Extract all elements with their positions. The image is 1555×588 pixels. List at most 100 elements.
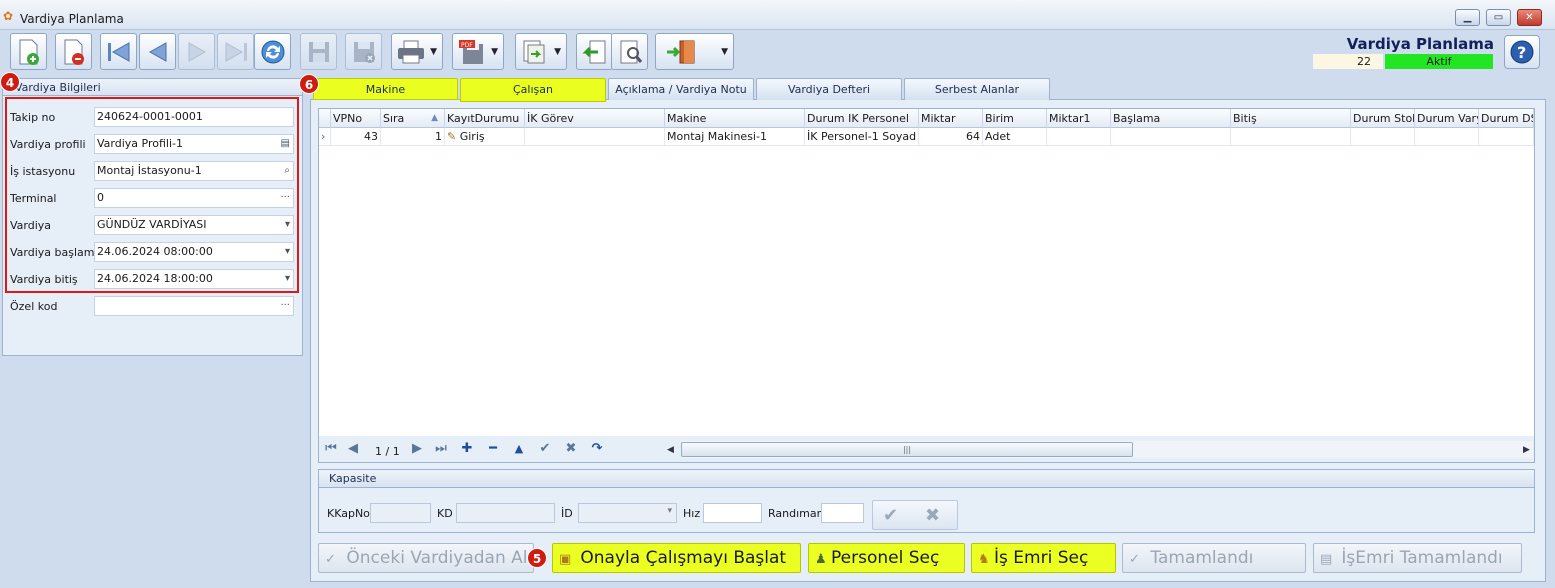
kd-field[interactable]: [456, 503, 555, 523]
confirm-check-icon[interactable]: ✔: [883, 505, 898, 526]
cell-bitis[interactable]: [1231, 128, 1351, 146]
hiz-field[interactable]: [703, 503, 762, 523]
first-page-icon[interactable]: ⏮: [321, 440, 341, 458]
is-istasyonu-field[interactable]: Montaj İstasyonu-1 ⌕: [94, 161, 294, 181]
column-header[interactable]: Birim: [983, 109, 1047, 128]
column-header[interactable]: Başlama: [1111, 109, 1231, 128]
new-record-button[interactable]: [10, 33, 47, 70]
cancel-x-icon[interactable]: ✖: [925, 505, 940, 526]
print-button[interactable]: ▼: [391, 33, 443, 70]
dropdown-arrow-icon[interactable]: ▾: [285, 216, 290, 234]
status-badge: Aktif: [1385, 54, 1493, 69]
vardiya-bitis-field[interactable]: 24.06.2024 18:00:00 ▾: [94, 269, 294, 289]
column-header[interactable]: Durum DST: [1479, 109, 1534, 128]
tab-calisan[interactable]: Çalışan: [460, 78, 606, 102]
column-header[interactable]: İK Görev: [525, 109, 665, 128]
ellipsis-icon[interactable]: ···: [280, 189, 290, 207]
randiman-field[interactable]: [821, 503, 864, 523]
column-header[interactable]: Bitiş: [1231, 109, 1351, 128]
cell-miktar1[interactable]: [1047, 128, 1111, 146]
confirm-edit-icon[interactable]: ✔: [535, 440, 555, 458]
column-header[interactable]: Sıra ▲: [381, 109, 445, 128]
terminal-field[interactable]: 0 ···: [94, 188, 294, 208]
vardiya-select[interactable]: GÜNDÜZ VARDİYASI ▾: [94, 215, 294, 235]
dropdown-arrow-icon[interactable]: ▾: [285, 243, 290, 261]
dropdown-arrow-icon[interactable]: ▾: [285, 270, 290, 288]
onceki-vardiyadan-al-button[interactable]: ✓ Önceki Vardiyadan Al: [318, 543, 534, 573]
tab-aciklama[interactable]: Açıklama / Vardiya Notu: [608, 78, 754, 100]
cell-durum-stok[interactable]: [1351, 128, 1415, 146]
column-header[interactable]: Makine: [665, 109, 805, 128]
previous-page-icon[interactable]: ◀: [343, 440, 363, 458]
back-button[interactable]: [576, 33, 613, 70]
cell-durum-dst[interactable]: [1479, 128, 1534, 146]
next-page-icon[interactable]: ▶: [407, 440, 427, 458]
last-page-icon[interactable]: ⏭: [431, 440, 451, 458]
pdf-dropdown-icon[interactable]: ▼: [491, 47, 498, 57]
cell-makine[interactable]: Montaj Makinesi-1: [665, 128, 805, 146]
column-header[interactable]: Miktar1: [1047, 109, 1111, 128]
move-up-icon[interactable]: ▲: [509, 440, 529, 458]
cell-durum-varya[interactable]: [1415, 128, 1479, 146]
column-header[interactable]: VPNo: [331, 109, 381, 128]
table-row[interactable]: › 43 1 ✎ Giriş Montaj Makinesi-1 İK Pers…: [319, 128, 1534, 146]
tab-makine[interactable]: Makine: [313, 78, 458, 100]
column-header[interactable]: Durum Stok: [1351, 109, 1415, 128]
horizontal-scrollbar[interactable]: |||: [681, 441, 1533, 458]
save-close-button[interactable]: [345, 33, 382, 70]
search-picker-icon[interactable]: ⌕: [284, 162, 290, 180]
exit-button[interactable]: ▼: [655, 33, 734, 70]
cell-ik-gorev[interactable]: [525, 128, 665, 146]
cell-sira[interactable]: 1: [381, 128, 445, 146]
pdf-export-button[interactable]: PDF ▼: [452, 33, 504, 70]
cell-miktar[interactable]: 64: [919, 128, 983, 146]
first-record-button[interactable]: [100, 33, 137, 70]
ellipsis-icon[interactable]: ···: [280, 297, 290, 315]
last-record-button[interactable]: [217, 33, 254, 70]
is-emri-sec-button[interactable]: ♞ İş Emri Seç: [971, 543, 1116, 573]
previous-record-button[interactable]: [139, 33, 176, 70]
column-header[interactable]: KayıtDurumu: [445, 109, 525, 128]
column-header[interactable]: Miktar: [919, 109, 983, 128]
column-header[interactable]: Durum IK Personel: [805, 109, 919, 128]
next-record-button[interactable]: [178, 33, 215, 70]
minimize-button[interactable]: ▁: [1455, 9, 1480, 26]
refresh-button[interactable]: [254, 33, 291, 70]
exit-dropdown-icon[interactable]: ▼: [721, 47, 728, 57]
print-dropdown-icon[interactable]: ▼: [430, 47, 437, 57]
personel-sec-button[interactable]: ♟ Personel Seç: [808, 543, 965, 573]
maximize-button[interactable]: ▭: [1486, 9, 1511, 26]
tab-vardiya-defteri[interactable]: Vardiya Defteri: [756, 78, 902, 100]
column-header[interactable]: Durum Varya: [1415, 109, 1479, 128]
id-select[interactable]: ▾: [578, 503, 677, 523]
scroll-left-icon[interactable]: ◀: [667, 445, 674, 455]
isemri-tamamlandi-button[interactable]: ▤ İşEmri Tamamlandı: [1313, 543, 1522, 573]
tamamlandi-button[interactable]: ✓ Tamamlandı: [1122, 543, 1306, 573]
cancel-edit-icon[interactable]: ✖: [561, 440, 581, 458]
export-dropdown-icon[interactable]: ▼: [554, 47, 561, 57]
help-button[interactable]: ?: [1504, 35, 1540, 69]
close-button[interactable]: ✕: [1517, 9, 1542, 26]
ozel-kod-field[interactable]: ···: [94, 296, 294, 316]
delete-record-button[interactable]: [55, 33, 92, 70]
cell-birim[interactable]: Adet: [983, 128, 1047, 146]
settings-button[interactable]: [611, 33, 648, 70]
kkapno-field[interactable]: [370, 503, 431, 523]
export-button[interactable]: ▼: [515, 33, 567, 70]
takip-no-field[interactable]: 240624-0001-0001: [94, 107, 294, 127]
cell-baslama[interactable]: [1111, 128, 1231, 146]
add-row-icon[interactable]: ✚: [457, 440, 477, 458]
cell-personel[interactable]: İK Personel-1 Soyad: [805, 128, 919, 146]
onayla-calismayi-baslat-button[interactable]: ▣ Onayla Çalışmayı Başlat: [552, 543, 801, 573]
tab-serbest-alanlar[interactable]: Serbest Alanlar: [904, 78, 1050, 100]
list-picker-icon[interactable]: ▤: [281, 135, 290, 153]
refresh-grid-icon[interactable]: ↷: [587, 440, 607, 458]
save-button[interactable]: [300, 33, 337, 70]
scrollbar-thumb[interactable]: |||: [681, 442, 1133, 457]
remove-row-icon[interactable]: ━: [483, 440, 503, 458]
cell-vpno[interactable]: 43: [331, 128, 381, 146]
cell-kayit-durumu[interactable]: ✎ Giriş: [445, 128, 525, 146]
vardiya-profili-field[interactable]: Vardiya Profili-1 ▤: [94, 134, 294, 154]
scroll-right-icon[interactable]: ▶: [1523, 445, 1530, 455]
vardiya-baslama-field[interactable]: 24.06.2024 08:00:00 ▾: [94, 242, 294, 262]
